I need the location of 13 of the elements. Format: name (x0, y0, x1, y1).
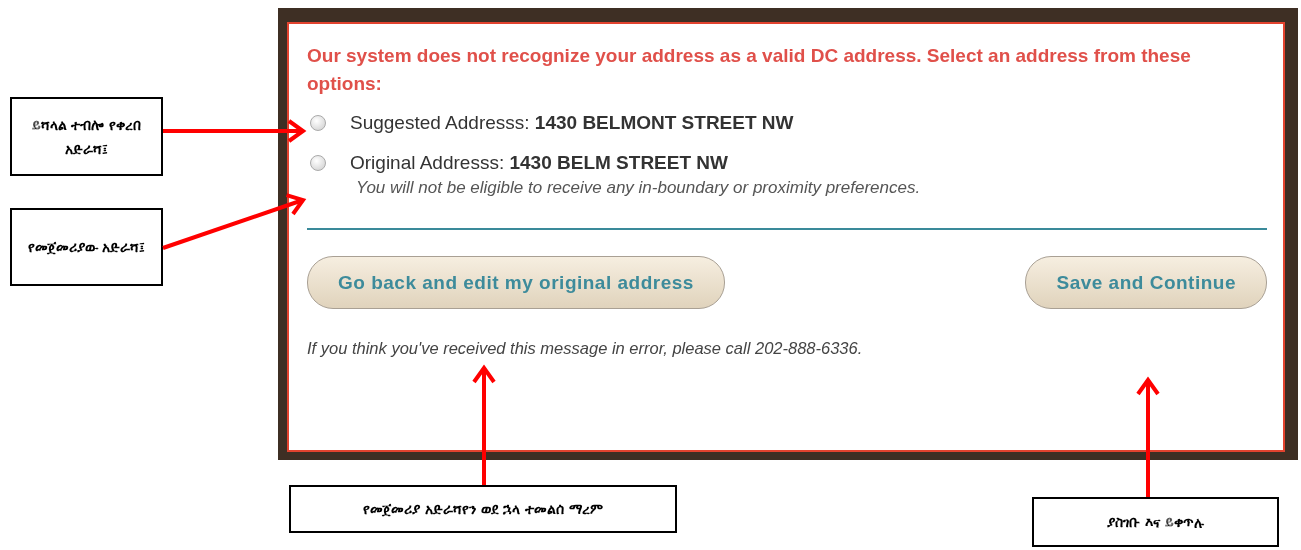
edit-address-button[interactable]: Go back and edit my original address (307, 256, 725, 309)
error-message: Our system does not recognize your address as a valid DC address. Select an address from these options: (307, 44, 1192, 96)
callout-box: የመጀመሪያው አድራሻ፤ (10, 208, 163, 286)
callout-box: ያስገቡ እና ይቀጥሉ (1032, 497, 1279, 547)
callout-box: ይሻላል ተብሎ የቀረበ አድራሻ፤ (10, 97, 163, 176)
option-note: You will not be eligible to receive any in-boundary or proximity preferences. (356, 178, 921, 198)
address-option: Original Addresss: 1430 BELM STREET NW (350, 152, 921, 174)
radio-button[interactable] (310, 155, 326, 171)
help-text: If you think you've received this message in error, please call 202-888-6336. (307, 339, 864, 358)
address-option: Suggested Addresss: 1430 BELMONT STREET NW (350, 112, 794, 134)
callout-box: የመጀመሪያ አድራሻየን ወደ ኋላ ተመልሰ ማረም (289, 485, 677, 533)
save-continue-button[interactable]: Save and Continue (1025, 256, 1267, 309)
radio-button[interactable] (310, 115, 326, 131)
